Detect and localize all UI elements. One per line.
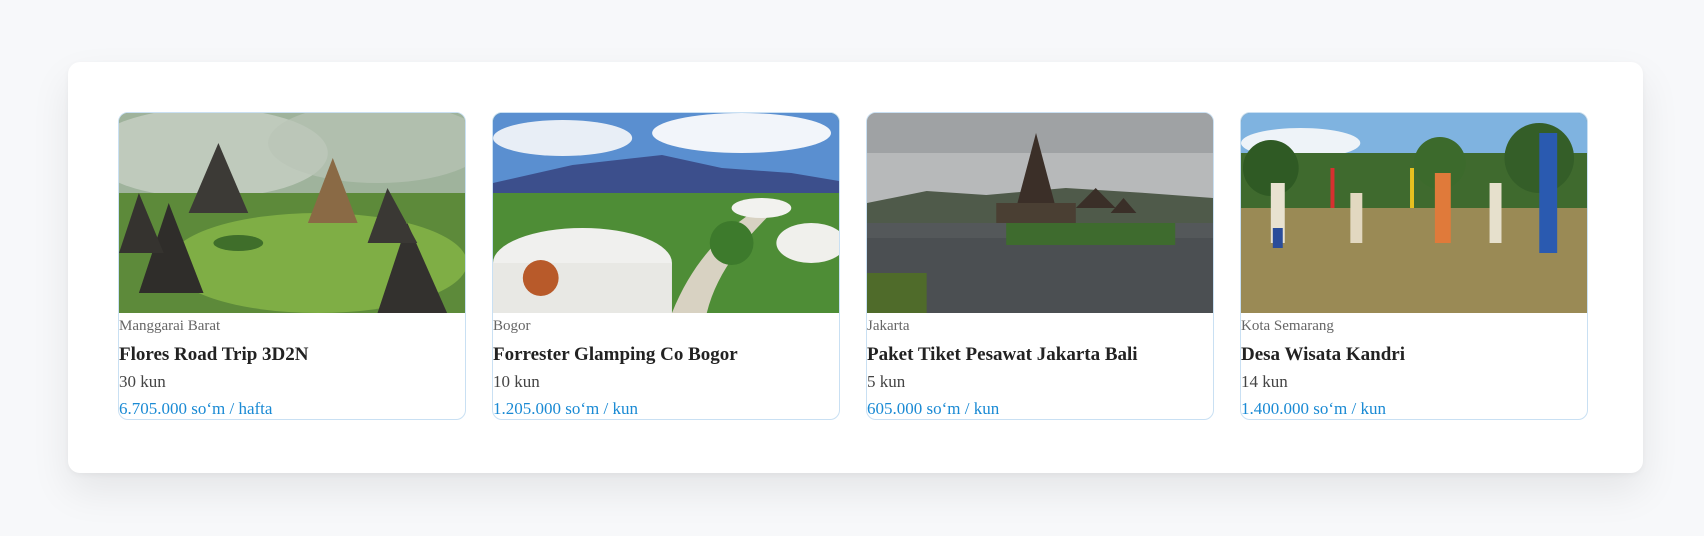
tour-title[interactable]: Paket Tiket Pesawat Jakarta Bali — [867, 344, 1213, 366]
tour-card[interactable]: Manggarai Barat Flores Road Trip 3D2N 30… — [118, 112, 466, 420]
tour-duration: 10 kun — [493, 372, 540, 391]
tour-price: 605.000 so‘m / kun — [867, 399, 1000, 418]
tour-photo-temple — [867, 113, 1213, 313]
tour-price: 1.400.000 so‘m / kun — [1241, 399, 1386, 418]
tour-card[interactable]: Jakarta Paket Tiket Pesawat Jakarta Bali… — [866, 112, 1214, 420]
tour-price: 6.705.000 so‘m / hafta — [119, 399, 273, 418]
tour-duration: 5 kun — [867, 372, 906, 391]
tour-location: Jakarta — [867, 318, 910, 334]
tour-cards: Manggarai Barat Flores Road Trip 3D2N 30… — [118, 112, 1588, 420]
tour-photo-procession — [1241, 113, 1587, 313]
tour-card[interactable]: Kota Semarang Desa Wisata Kandri 14 kun … — [1240, 112, 1588, 420]
tour-title[interactable]: Forrester Glamping Co Bogor — [493, 344, 839, 366]
tour-location: Bogor — [493, 318, 531, 334]
tour-duration: 14 kun — [1241, 372, 1288, 391]
tour-price: 1.205.000 so‘m / kun — [493, 399, 638, 418]
tour-duration: 30 kun — [119, 372, 166, 391]
tour-card[interactable]: Bogor Forrester Glamping Co Bogor 10 kun… — [492, 112, 840, 420]
tour-title[interactable]: Flores Road Trip 3D2N — [119, 344, 465, 366]
tour-photo-village — [119, 113, 465, 313]
tour-title[interactable]: Desa Wisata Kandri — [1241, 344, 1587, 366]
tour-photo-glamping — [493, 113, 839, 313]
tour-location: Manggarai Barat — [119, 318, 221, 334]
tour-list-panel: Manggarai Barat Flores Road Trip 3D2N 30… — [68, 62, 1643, 473]
tour-location: Kota Semarang — [1241, 318, 1334, 334]
